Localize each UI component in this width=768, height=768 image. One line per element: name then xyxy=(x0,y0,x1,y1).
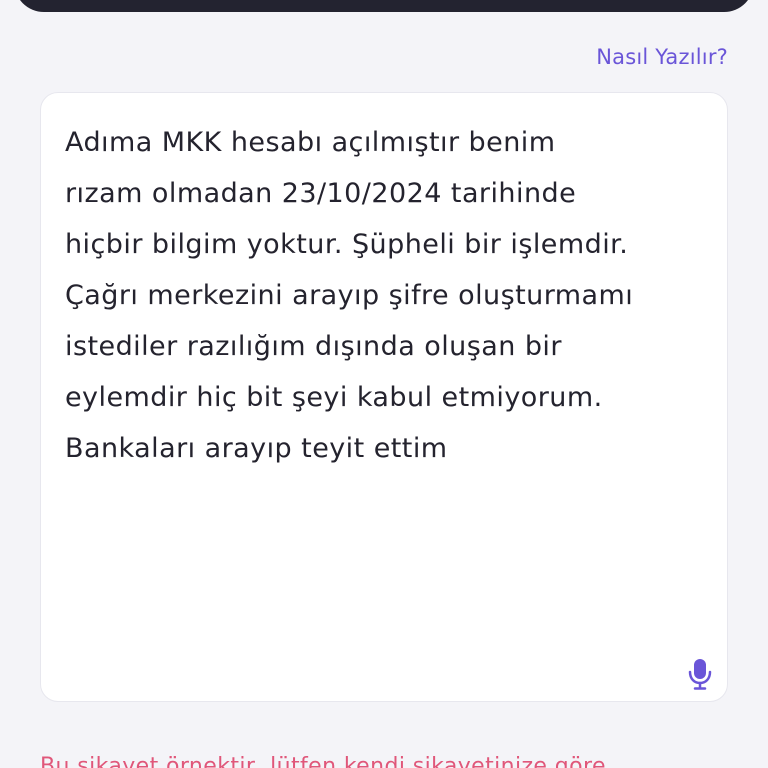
complaint-page: Nasıl Yazılır? Adıma MKK hesabı açılmışt… xyxy=(0,0,768,768)
complaint-textarea[interactable]: Adıma MKK hesabı açılmıştır benim rızam … xyxy=(40,92,728,702)
complaint-text[interactable]: Adıma MKK hesabı açılmıştır benim rızam … xyxy=(65,117,713,474)
microphone-icon[interactable] xyxy=(687,657,713,691)
top-bar xyxy=(14,0,754,12)
how-to-write-link[interactable]: Nasıl Yazılır? xyxy=(596,45,728,69)
sample-complaint-notice: Bu şikayet örnektir, lütfen kendi şikaye… xyxy=(40,754,606,768)
